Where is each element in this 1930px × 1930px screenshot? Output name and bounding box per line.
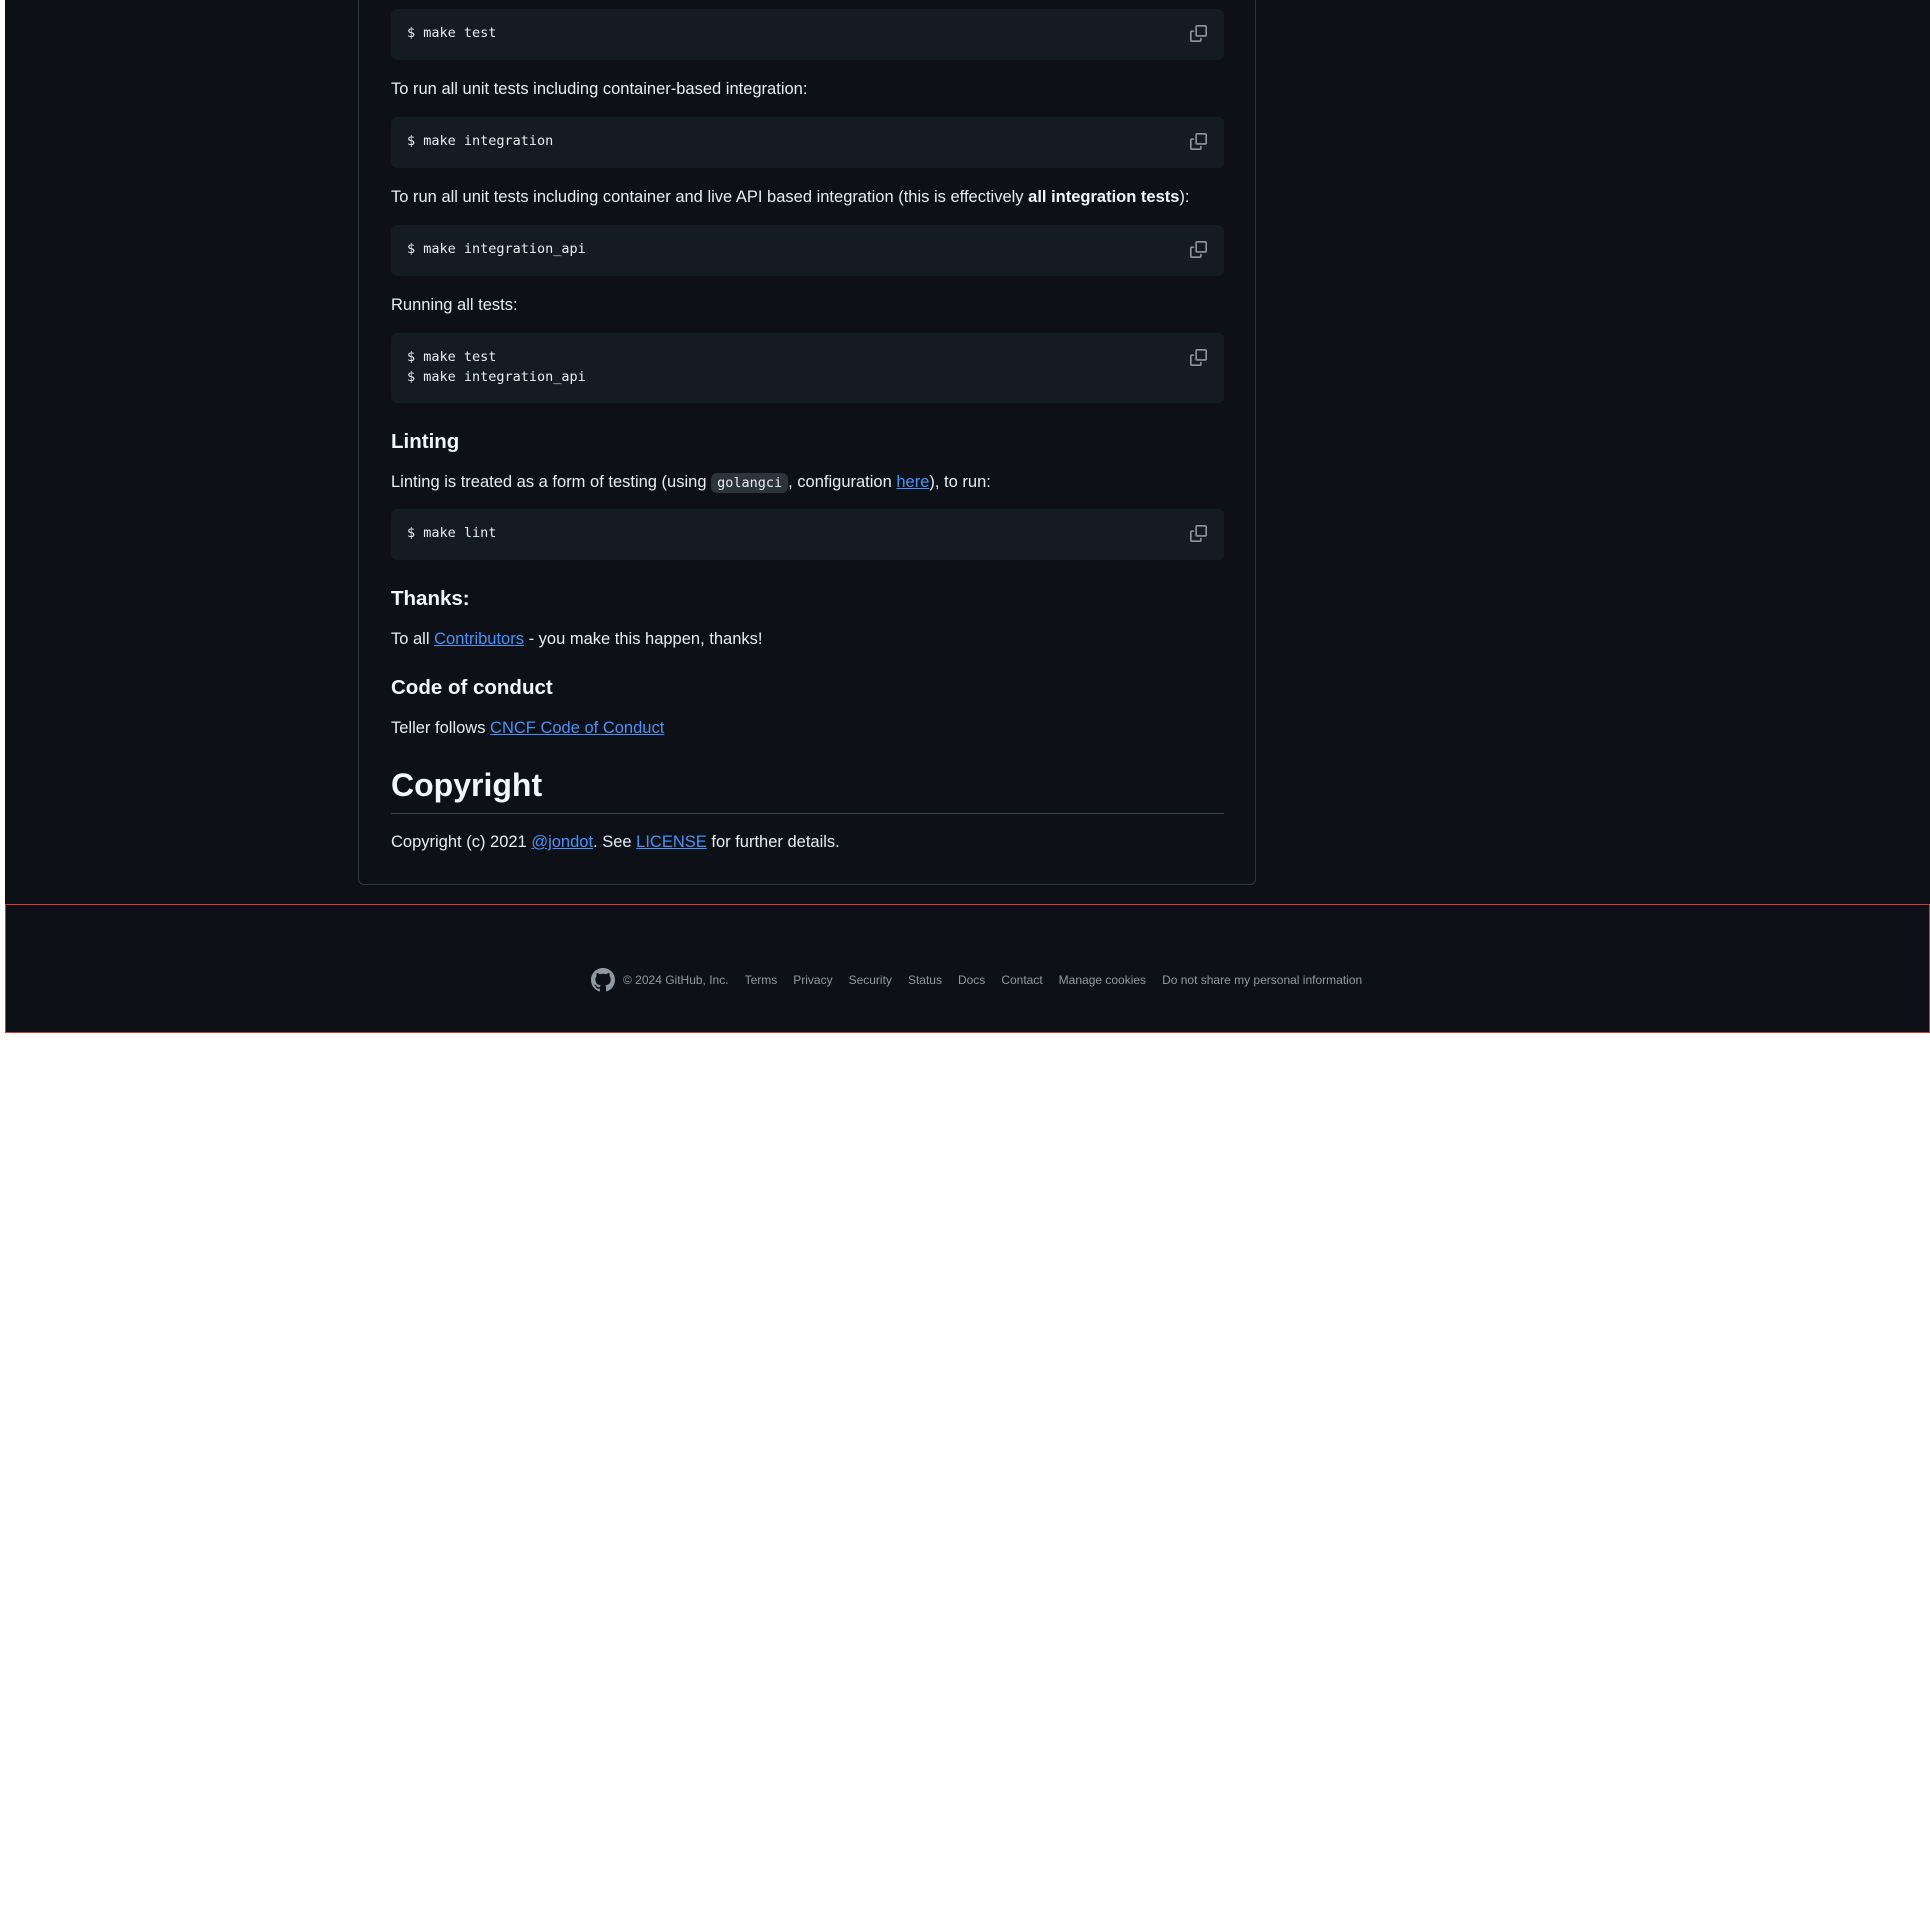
heading-divider <box>391 813 1224 814</box>
heading-copyright: Copyright <box>391 767 543 803</box>
code-text: $ make lint <box>407 525 497 541</box>
footer-row: © 2024 GitHub, Inc. Terms Privacy Securi… <box>591 968 1378 992</box>
code-block-make-lint: $ make lint <box>391 509 1224 560</box>
code-block-all-tests: $ make test $ make integration_api <box>391 333 1224 403</box>
code-block-make-test: $ make test <box>391 9 1224 60</box>
paragraph-text: ), to run: <box>929 473 991 491</box>
code-block-make-integration-api: $ make integration_api <box>391 225 1224 276</box>
link-configuration-here[interactable]: here <box>896 473 929 491</box>
footer-link-manage-cookies[interactable]: Manage cookies <box>1059 973 1146 987</box>
paragraph-code-of-conduct: Teller follows CNCF Code of Conduct <box>391 716 664 740</box>
github-logo-icon[interactable] <box>591 968 615 992</box>
link-license[interactable]: LICENSE <box>636 833 707 851</box>
paragraph-text: Linting is treated as a form of testing … <box>391 473 712 491</box>
paragraph-text: Copyright (c) 2021 <box>391 833 532 851</box>
paragraph-text: Teller follows <box>391 719 491 737</box>
paragraph-text: for further details. <box>706 833 840 851</box>
paragraph-running-all: Running all tests: <box>391 296 518 314</box>
footer-link-docs[interactable]: Docs <box>958 973 985 987</box>
code-text: $ make test <box>407 25 497 41</box>
bold-text: all integration tests <box>1028 188 1180 206</box>
copy-button[interactable] <box>1187 22 1209 44</box>
footer-link-privacy[interactable]: Privacy <box>793 973 832 987</box>
code-text: $ make integration_api <box>407 241 586 257</box>
code-block-make-integration: $ make integration <box>391 117 1224 168</box>
footer-link-security[interactable]: Security <box>849 973 892 987</box>
link-contributors[interactable]: Contributors <box>434 630 524 648</box>
paragraph-text: ): <box>1179 188 1190 206</box>
paragraph-text: To all <box>391 630 435 648</box>
heading-thanks: Thanks: <box>391 587 470 610</box>
copy-icon <box>1189 240 1207 258</box>
code-text: $ make integration <box>407 133 554 149</box>
paragraph-thanks: To all Contributors - you make this happ… <box>391 627 762 651</box>
footer-link-contact[interactable]: Contact <box>1001 973 1042 987</box>
paragraph-text: . See <box>593 833 637 851</box>
site-footer: © 2024 GitHub, Inc. Terms Privacy Securi… <box>5 904 1930 1033</box>
link-cncf-code-of-conduct[interactable]: CNCF Code of Conduct <box>490 719 664 737</box>
copy-button[interactable] <box>1187 346 1209 368</box>
code-text: $ make test $ make integration_api <box>407 349 586 385</box>
paragraph-linting: Linting is treated as a form of testing … <box>391 470 991 495</box>
footer-link-status[interactable]: Status <box>908 973 942 987</box>
copy-button[interactable] <box>1187 130 1209 152</box>
copy-button[interactable] <box>1187 238 1209 260</box>
heading-code-of-conduct: Code of conduct <box>391 676 553 699</box>
inline-code-golangci: golangci <box>711 473 789 493</box>
footer-link-do-not-share[interactable]: Do not share my personal information <box>1162 973 1362 987</box>
paragraph-text: , configuration <box>788 473 897 491</box>
paragraph-integration-api: To run all unit tests including containe… <box>391 185 1190 209</box>
footer-link-terms[interactable]: Terms <box>745 973 778 987</box>
paragraph-text: - you make this happen, thanks! <box>523 630 763 648</box>
heading-linting: Linting <box>391 430 460 453</box>
copy-button[interactable] <box>1187 522 1209 544</box>
paragraph-text: To run all unit tests including containe… <box>391 188 1029 206</box>
footer-copyright: © 2024 GitHub, Inc. <box>623 973 729 987</box>
copy-icon <box>1189 348 1207 366</box>
paragraph-copyright: Copyright (c) 2021 @jondot. See LICENSE … <box>391 830 840 854</box>
copy-icon <box>1189 24 1207 42</box>
copy-icon <box>1189 524 1207 542</box>
link-jondot[interactable]: @jondot <box>531 833 593 851</box>
copy-icon <box>1189 132 1207 150</box>
paragraph-integration: To run all unit tests including containe… <box>391 80 808 98</box>
